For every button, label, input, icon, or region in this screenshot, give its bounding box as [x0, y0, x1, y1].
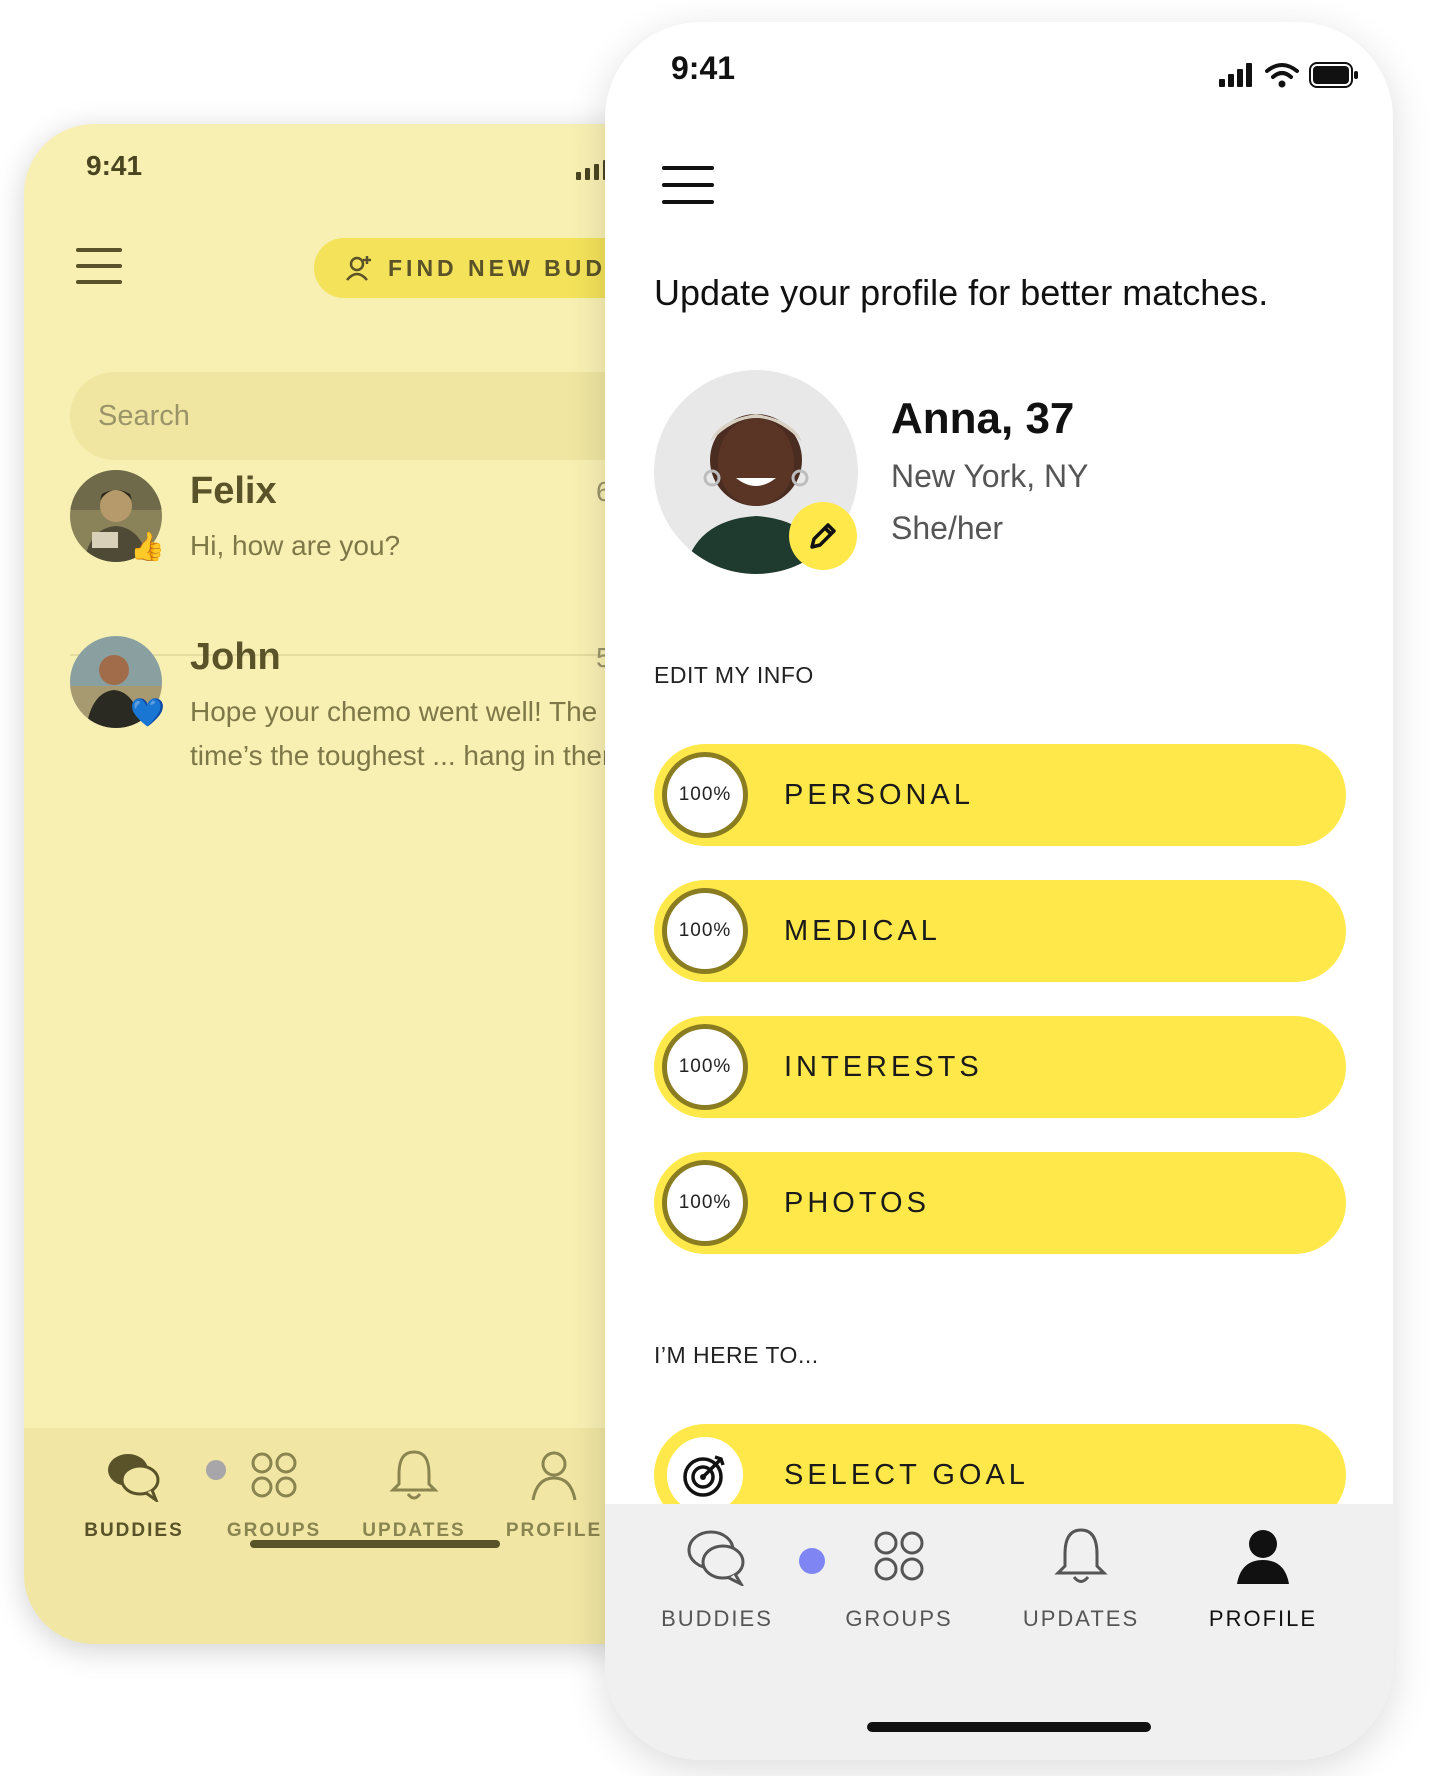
goal-heading: I’M HERE TO... [654, 1342, 819, 1368]
tab-label: GROUPS [845, 1606, 953, 1631]
tab-label: PROFILE [1208, 1606, 1318, 1631]
medical-info-button[interactable]: 100% MEDICAL [654, 880, 1346, 982]
tab-label: PROFILE [505, 1520, 603, 1541]
blue-heart-emoji: 💙 [130, 697, 165, 728]
tab-profile[interactable]: PROFILE [484, 1448, 624, 1542]
foreground-phone-profile-screen: 9:41 Update your profile for better matc… [605, 22, 1393, 1760]
profile-pronouns: She/her [891, 510, 1004, 546]
pill-label: SELECT GOAL [784, 1458, 1029, 1491]
profile-name: Anna, 37 [891, 394, 1075, 443]
bell-icon [1054, 1528, 1108, 1583]
menu-button[interactable] [76, 248, 122, 284]
tab-groups[interactable]: GROUPS [819, 1526, 979, 1632]
chat-name: John [190, 636, 281, 678]
target-icon [683, 1455, 725, 1497]
menu-button[interactable] [662, 166, 714, 204]
home-indicator [250, 1540, 500, 1548]
chat-bubbles-icon [687, 1530, 745, 1586]
tab-label: BUDDIES [661, 1606, 773, 1631]
tab-label: GROUPS [226, 1520, 322, 1541]
pill-label: INTERESTS [784, 1050, 983, 1083]
tab-label: UPDATES [362, 1520, 466, 1541]
pill-label: PERSONAL [784, 778, 974, 811]
signal-icon [1219, 63, 1252, 87]
tab-groups[interactable]: GROUPS [204, 1448, 344, 1542]
tab-updates[interactable]: UPDATES [344, 1448, 484, 1542]
photos-info-button[interactable]: 100% PHOTOS [654, 1152, 1346, 1254]
tab-buddies[interactable]: BUDDIES [637, 1526, 825, 1632]
battery-icon [1309, 62, 1358, 88]
groups-icon [251, 1452, 297, 1498]
personal-info-button[interactable]: 100% PERSONAL [654, 744, 1346, 846]
thumbs-up-emoji: 👍 [130, 531, 165, 562]
progress-ring: 100% [662, 1160, 748, 1246]
progress-ring: 100% [662, 752, 748, 838]
pill-label: MEDICAL [784, 914, 941, 947]
groups-icon [874, 1531, 924, 1581]
interests-info-button[interactable]: 100% INTERESTS [654, 1016, 1346, 1118]
home-indicator [867, 1722, 1151, 1732]
tab-buddies[interactable]: BUDDIES [64, 1448, 226, 1542]
profile-icon [1237, 1530, 1289, 1584]
status-icons [1219, 62, 1359, 88]
profile-location: New York, NY [891, 458, 1089, 494]
progress-ring: 100% [662, 888, 748, 974]
edit-info-heading: EDIT MY INFO [654, 662, 814, 688]
chat-bubbles-icon [108, 1454, 160, 1502]
profile-icon [531, 1451, 577, 1501]
bell-icon [389, 1450, 439, 1500]
tab-profile[interactable]: PROFILE [1183, 1526, 1343, 1632]
add-person-icon [346, 256, 371, 281]
wifi-icon [1265, 63, 1299, 88]
page-title: Update your profile for better matches. [654, 272, 1269, 313]
tab-label: UPDATES [1022, 1606, 1140, 1631]
status-time: 9:41 [86, 150, 143, 181]
pill-label: PHOTOS [784, 1186, 930, 1219]
tab-label: BUDDIES [84, 1520, 184, 1541]
pencil-icon [810, 523, 836, 549]
signal-icon [576, 160, 608, 180]
chat-name: Felix [190, 470, 277, 512]
status-time: 9:41 [671, 50, 736, 86]
edit-photo-button[interactable] [789, 502, 857, 570]
tab-updates[interactable]: UPDATES [1001, 1526, 1161, 1632]
progress-ring: 100% [662, 1024, 748, 1110]
